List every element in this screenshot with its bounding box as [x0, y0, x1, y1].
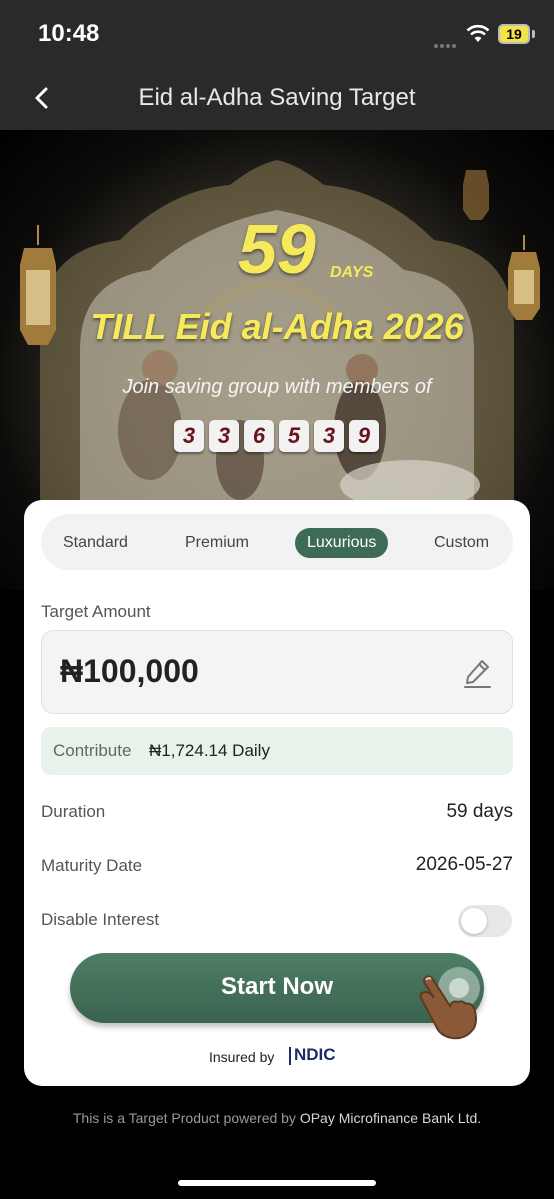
- saving-target-card: Standard Premium Luxurious Custom Target…: [24, 500, 530, 1086]
- member-digit: 3: [314, 420, 344, 452]
- ndic-logo-text: NDIC: [294, 1045, 336, 1064]
- member-digit: 9: [349, 420, 379, 452]
- tab-standard[interactable]: Standard: [63, 528, 128, 558]
- pointing-hand-icon: [419, 975, 477, 1040]
- days-count: 59: [238, 210, 316, 288]
- member-counter: 3 3 6 5 3 9: [174, 420, 379, 452]
- contribute-label: Contribute: [53, 741, 132, 760]
- footer-disclaimer: This is a Target Product powered by OPay…: [0, 1110, 554, 1126]
- member-digit: 3: [174, 420, 204, 452]
- disable-interest-toggle[interactable]: [458, 905, 512, 937]
- signal-icon: [434, 35, 460, 48]
- target-amount-value: ₦100,000: [60, 653, 199, 689]
- status-time: 10:48: [38, 20, 100, 47]
- target-amount-field[interactable]: ₦100,000: [41, 630, 513, 714]
- battery-icon: 19: [498, 24, 530, 44]
- contribute-info: Contribute ₦1,724.14 Daily: [41, 727, 513, 775]
- nav-bar: Eid al-Adha Saving Target: [0, 66, 554, 130]
- contribute-value: ₦1,724.14 Daily: [149, 741, 270, 760]
- maturity-date-label: Maturity Date: [41, 856, 143, 875]
- member-digit: 6: [244, 420, 274, 452]
- tab-luxurious[interactable]: Luxurious: [295, 528, 389, 558]
- footer-prefix: This is a Target Product powered by: [72, 1110, 296, 1126]
- status-bar: 10:48 19: [0, 0, 554, 66]
- member-digit: 3: [209, 420, 239, 452]
- pencil-icon[interactable]: [462, 657, 492, 689]
- wifi-icon: [466, 24, 490, 42]
- tab-premium[interactable]: Premium: [185, 528, 249, 558]
- duration-label: Duration: [41, 802, 106, 821]
- member-digit: 5: [279, 420, 309, 452]
- toggle-knob: [461, 908, 487, 934]
- home-indicator[interactable]: [178, 1180, 376, 1186]
- target-amount-label: Target Amount: [41, 602, 151, 621]
- maturity-date-value: 2026-05-27: [415, 854, 513, 875]
- join-text: Join saving group with members of: [122, 376, 432, 398]
- lantern-top-icon: [463, 170, 489, 220]
- battery-level: 19: [506, 26, 522, 42]
- battery-tip: [532, 30, 535, 38]
- insured-by-label: Insured by: [209, 1049, 275, 1065]
- days-label: DAYS: [330, 264, 374, 281]
- tab-custom[interactable]: Custom: [434, 528, 489, 558]
- ndic-logo: NDIC: [288, 1045, 346, 1069]
- till-heading: TILL Eid al-Adha 2026: [90, 306, 464, 347]
- page-title: Eid al-Adha Saving Target: [138, 84, 416, 111]
- disable-interest-label: Disable Interest: [41, 910, 160, 929]
- plan-tabs: Standard Premium Luxurious Custom: [41, 514, 513, 570]
- duration-value: 59 days: [446, 801, 513, 822]
- footer-bank-name: OPay Microfinance Bank Ltd.: [299, 1110, 482, 1126]
